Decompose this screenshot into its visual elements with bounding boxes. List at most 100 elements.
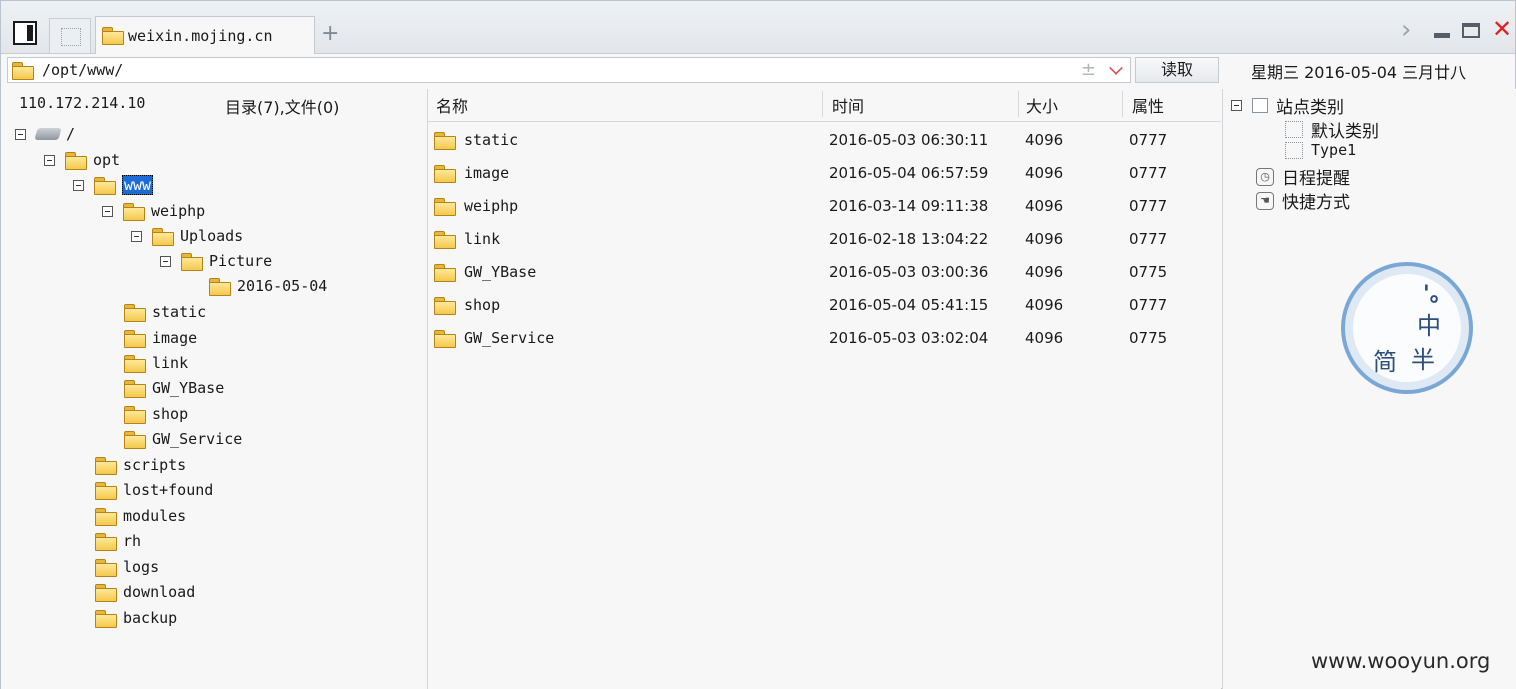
ime-chinese-mode: 中 [1417, 312, 1441, 340]
collapse-icon[interactable] [131, 230, 142, 242]
file-time: 2016-05-03 06:30:11 [829, 131, 989, 149]
file-name: shop [464, 296, 501, 314]
table-row[interactable]: GW_Service 2016-05-03 03:02:04 4096 0775 [428, 327, 1221, 351]
table-row[interactable]: image 2016-05-04 06:57:59 4096 0777 [428, 162, 1221, 186]
type1-label: Type1 [1311, 141, 1357, 159]
tree-node[interactable]: image [124, 327, 197, 349]
file-size: 4096 [1025, 296, 1064, 314]
column-divider[interactable] [1018, 91, 1019, 117]
path-input[interactable] [40, 60, 1044, 80]
tree-node-label: rh [123, 532, 142, 550]
plus-minus-icon[interactable]: ± [1081, 59, 1096, 80]
file-size: 4096 [1025, 131, 1064, 149]
folder-icon [124, 379, 146, 398]
tree-node-selected[interactable]: www [73, 174, 154, 196]
directory-tree-panel: 110.172.214.10 目录(7),文件(0) / opt www wei… [1, 89, 428, 689]
hand-icon: ☚ [1256, 191, 1274, 210]
tree-node[interactable]: opt [44, 149, 120, 171]
table-row[interactable]: weiphp 2016-03-14 09:11:38 4096 0777 [428, 195, 1221, 219]
file-time: 2016-02-18 13:04:22 [829, 230, 989, 248]
chevron-down-icon[interactable] [1109, 61, 1123, 75]
collapse-icon[interactable] [73, 179, 84, 191]
tree-node[interactable]: / [15, 123, 75, 145]
folder-icon [434, 165, 456, 183]
type1-node[interactable]: Type1 [1285, 141, 1356, 159]
maximize-button[interactable] [1462, 23, 1480, 38]
category-icon [1285, 141, 1303, 159]
folder-icon [434, 297, 456, 315]
panel-toggle-icon[interactable] [13, 21, 37, 45]
file-name: link [464, 230, 501, 248]
collapse-icon[interactable] [44, 154, 55, 166]
tree-node[interactable]: Picture [160, 250, 272, 272]
tree-node-label: 2016-05-04 [237, 277, 328, 295]
tab-active[interactable]: weixin.mojing.cn [95, 16, 315, 54]
tab-blank[interactable] [49, 18, 91, 53]
column-divider[interactable] [822, 91, 823, 117]
column-header-attr[interactable]: 属性 [1132, 93, 1164, 117]
tree-node[interactable]: static [124, 301, 206, 323]
tree-node[interactable]: 2016-05-04 [209, 275, 327, 297]
folder-icon [434, 132, 456, 150]
tree-node[interactable]: GW_Service [124, 428, 242, 450]
column-header-time[interactable]: 时间 [832, 93, 864, 117]
tree-node[interactable]: Uploads [131, 225, 243, 247]
table-row[interactable]: link 2016-02-18 13:04:22 4096 0777 [428, 228, 1221, 252]
shortcut-node[interactable]: ☚ 快捷方式 [1256, 188, 1350, 213]
tree-node-label: Uploads [180, 227, 244, 245]
ime-halfwidth: 半 [1411, 346, 1435, 374]
table-row[interactable]: shop 2016-05-04 05:41:15 4096 0777 [428, 294, 1221, 318]
date-display: 星期三 2016-05-04 三月廿八 [1251, 63, 1467, 82]
tree-node[interactable]: download [95, 581, 195, 603]
folder-icon [434, 330, 456, 348]
tree-node-label: shop [152, 405, 189, 423]
tree-node-label: www [122, 175, 154, 195]
folder-icon [123, 202, 145, 221]
tree-node-label: opt [93, 151, 121, 169]
collapse-icon[interactable] [160, 255, 171, 267]
close-button[interactable]: ✕ [1492, 15, 1512, 43]
site-manager-panel: 站点类别 默认类别 Type1 ◷ 日程提醒 ☚ 快捷方式 '。 中 简 半 [1222, 89, 1516, 689]
add-tab-button[interactable]: + [321, 21, 339, 46]
ime-status-widget[interactable]: '。 中 简 半 [1341, 262, 1473, 394]
minimize-button[interactable] [1434, 33, 1450, 38]
tree-node[interactable]: GW_YBase [124, 377, 224, 399]
tree-node[interactable]: backup [95, 607, 177, 629]
folder-icon [124, 430, 146, 449]
tree-node[interactable]: rh [95, 530, 141, 552]
folder-icon [434, 264, 456, 282]
column-divider[interactable] [1122, 91, 1123, 117]
folder-icon [434, 231, 456, 249]
category-icon [1252, 98, 1268, 113]
column-header-size[interactable]: 大小 [1026, 93, 1058, 117]
tree-node[interactable]: link [124, 352, 188, 374]
column-header-name[interactable]: 名称 [436, 93, 468, 117]
folder-icon [124, 405, 146, 424]
collapse-icon[interactable] [102, 205, 113, 217]
tree-node-label: Picture [209, 252, 273, 270]
tree-node[interactable]: lost+found [95, 479, 213, 501]
file-size: 4096 [1025, 329, 1064, 347]
file-attr: 0777 [1129, 296, 1168, 314]
table-row[interactable]: static 2016-05-03 06:30:11 4096 0777 [428, 129, 1221, 153]
table-row[interactable]: GW_YBase 2016-05-03 03:00:36 4096 0775 [428, 261, 1221, 285]
tree-node-label: download [123, 583, 196, 601]
tree-node[interactable]: logs [95, 556, 159, 578]
folder-icon [95, 558, 117, 577]
tree-node[interactable]: weiphp [102, 200, 205, 222]
folder-icon [95, 507, 117, 526]
read-button[interactable]: 读取 [1135, 57, 1219, 83]
tree-node[interactable]: shop [124, 403, 188, 425]
collapse-icon[interactable] [15, 128, 26, 140]
tree-node[interactable]: modules [95, 505, 186, 527]
site-category-node[interactable]: 站点类别 [1231, 93, 1344, 118]
file-time: 2016-05-03 03:02:04 [829, 329, 989, 347]
default-category-node[interactable]: 默认类别 [1285, 117, 1379, 142]
file-size: 4096 [1025, 197, 1064, 215]
collapse-icon[interactable] [1231, 100, 1242, 111]
schedule-node[interactable]: ◷ 日程提醒 [1256, 164, 1350, 189]
tree-node-label: scripts [123, 456, 187, 474]
file-name: image [464, 164, 510, 182]
tree-node[interactable]: scripts [95, 454, 186, 476]
chevron-right-icon[interactable]: › [1401, 15, 1411, 45]
